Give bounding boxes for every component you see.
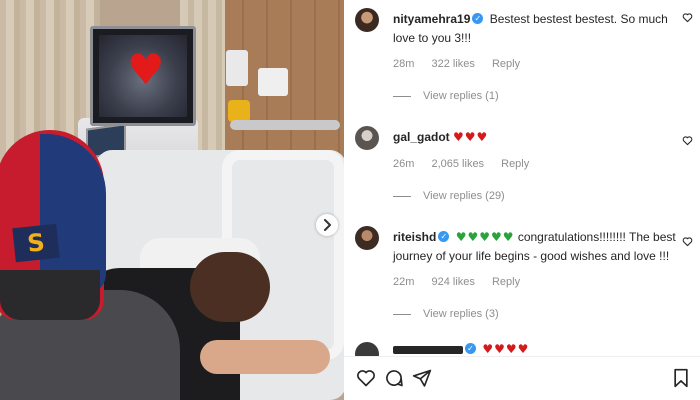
post-photo: ♥ S: [0, 0, 344, 400]
monitor-screen: ♥: [99, 35, 187, 117]
view-replies-label: View replies (1): [423, 90, 499, 102]
reply-button[interactable]: Reply: [492, 58, 520, 70]
view-replies-label: View replies (29): [423, 190, 505, 202]
divider-line: [393, 95, 411, 97]
reply-button[interactable]: Reply: [501, 158, 529, 170]
view-replies-button[interactable]: View replies (29): [393, 190, 505, 202]
red-heart-emoji: ♥: [127, 45, 165, 94]
comment-body: riteishd ✓ ♥♥♥♥♥ congratulations!!!!!!!! …: [393, 228, 693, 266]
comment-body: gal_gadot ♥♥♥: [393, 128, 693, 147]
comment-username[interactable]: gal_gadot: [393, 130, 450, 144]
bookmark-icon[interactable]: [672, 368, 690, 388]
divider-line: [393, 313, 411, 315]
reply-button[interactable]: Reply: [492, 276, 520, 288]
chevron-right-icon: [324, 219, 331, 231]
verified-badge-icon: ✓: [472, 13, 484, 25]
verified-badge-icon: ✓: [465, 343, 476, 355]
view-replies-label: View replies (3): [423, 308, 499, 320]
green-hearts-emoji: ♥♥♥♥♥: [455, 230, 515, 244]
oxygen-valve: [228, 100, 250, 122]
next-photo-button[interactable]: [316, 214, 338, 236]
wall-rail: [230, 120, 340, 130]
view-replies-button[interactable]: View replies (1): [393, 90, 499, 102]
comment-icon[interactable]: [384, 368, 404, 388]
avatar[interactable]: [355, 342, 379, 356]
wall-device: [226, 50, 248, 86]
patient-head: [190, 252, 270, 322]
red-hearts-emoji: ♥♥♥♥: [482, 342, 530, 356]
comment-meta: 26m 2,065 likes Reply: [393, 158, 543, 170]
divider-line: [393, 195, 411, 197]
comment-body: ✓ ♥♥♥♥: [393, 340, 693, 356]
avatar[interactable]: [355, 226, 379, 250]
heart-outline-icon[interactable]: [682, 12, 693, 23]
view-replies-button[interactable]: View replies (3): [393, 308, 499, 320]
comment-likes[interactable]: 322 likes: [431, 58, 474, 70]
comment-username[interactable]: nityamehra19: [393, 12, 470, 26]
comment-time: 22m: [393, 276, 415, 288]
heart-outline-icon[interactable]: [356, 368, 376, 388]
red-hearts-emoji: ♥♥♥: [453, 130, 489, 144]
post-action-bar: [344, 356, 700, 400]
avatar[interactable]: [355, 126, 379, 150]
cap-logo: S: [12, 223, 60, 263]
verified-badge-icon: ✓: [438, 231, 450, 243]
patient-arm: [200, 340, 330, 374]
cap-shadow: [0, 270, 100, 320]
avatar[interactable]: [355, 8, 379, 32]
share-icon[interactable]: [412, 368, 432, 388]
comment-meta: 28m 322 likes Reply: [393, 58, 534, 70]
comment-username[interactable]: [393, 345, 463, 354]
comment-likes[interactable]: 2,065 likes: [431, 158, 484, 170]
comments-list[interactable]: nityamehra19 ✓ Bestest bestest bestest. S…: [344, 0, 700, 356]
wall-device: [258, 68, 288, 96]
comment-meta: 22m 924 likes Reply: [393, 276, 534, 288]
comment-time: 28m: [393, 58, 415, 70]
comment-body: nityamehra19 ✓ Bestest bestest bestest. S…: [393, 10, 693, 48]
comment-likes[interactable]: 924 likes: [431, 276, 474, 288]
ultrasound-monitor: ♥: [90, 26, 196, 126]
heart-outline-icon[interactable]: [682, 135, 693, 146]
comment-time: 26m: [393, 158, 415, 170]
heart-outline-icon[interactable]: [682, 236, 693, 247]
comment-username[interactable]: riteishd: [393, 230, 436, 244]
